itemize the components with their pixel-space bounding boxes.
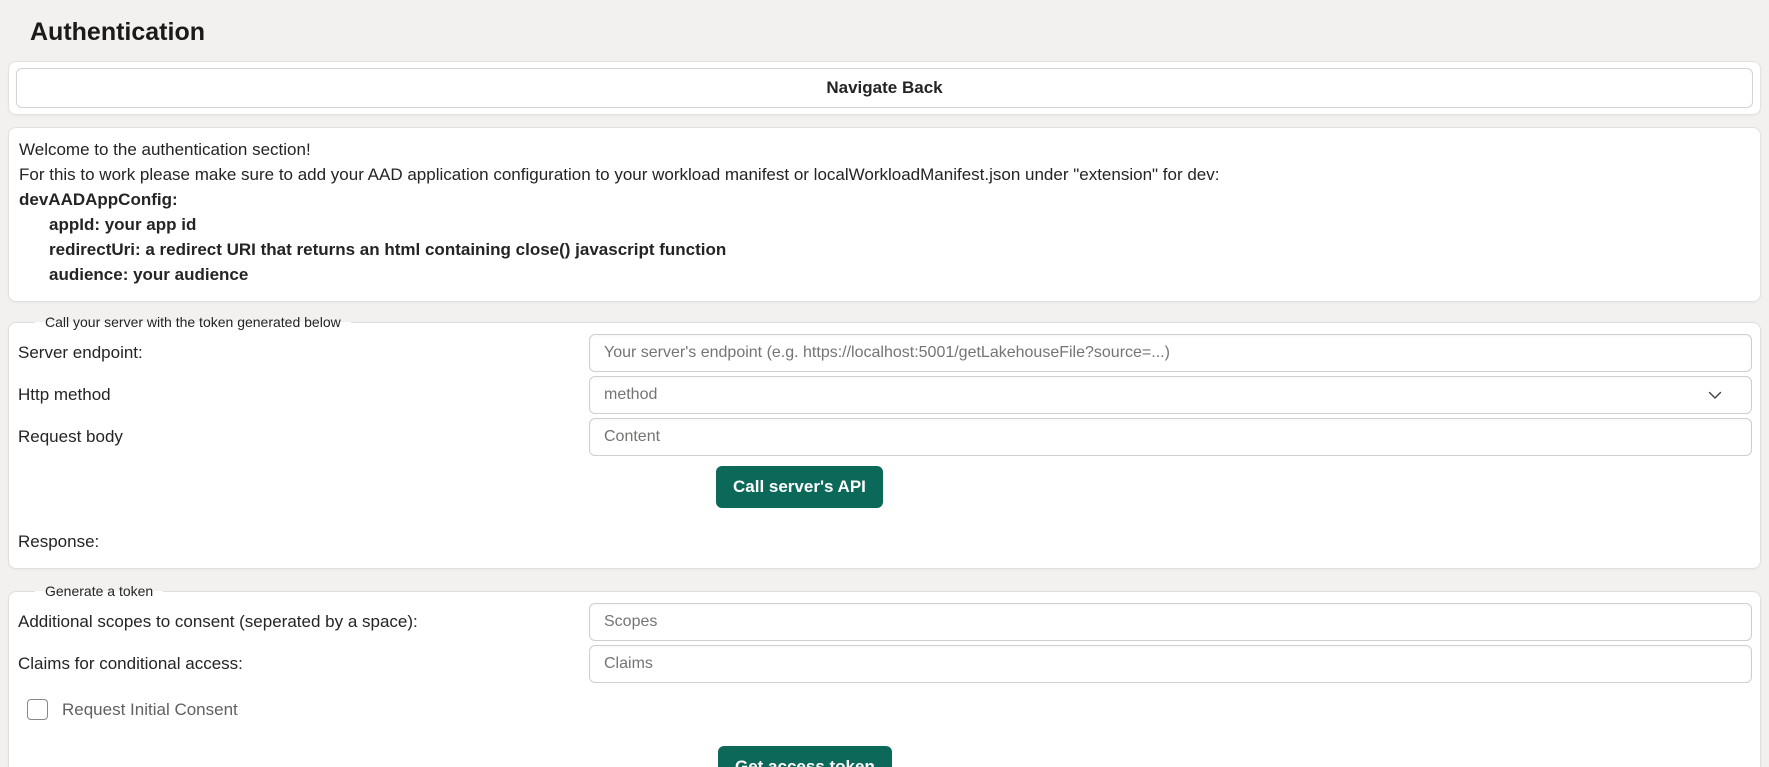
navigate-back-button[interactable]: Navigate Back <box>16 68 1753 108</box>
scopes-row: Additional scopes to consent (seperated … <box>11 603 1752 641</box>
welcome-line: redirectUri: a redirect URI that returns… <box>19 237 1746 262</box>
http-method-select[interactable]: method <box>589 376 1752 414</box>
welcome-line: appId: your app id <box>19 212 1746 237</box>
get-access-token-button[interactable]: Get access token <box>718 746 892 767</box>
claims-row: Claims for conditional access: <box>11 645 1752 683</box>
request-body-input[interactable] <box>589 418 1752 456</box>
request-body-row: Request body <box>11 418 1752 456</box>
generate-token-section: Generate a token Additional scopes to co… <box>8 583 1761 767</box>
welcome-line: devAADAppConfig: <box>19 187 1746 212</box>
scopes-input[interactable] <box>589 603 1752 641</box>
chevron-down-icon <box>1707 387 1723 403</box>
http-method-label: Http method <box>11 385 589 405</box>
page-title: Authentication <box>0 0 1769 61</box>
initial-consent-row: Request Initial Consent <box>27 699 1752 720</box>
call-server-api-button[interactable]: Call server's API <box>716 466 883 508</box>
server-endpoint-label: Server endpoint: <box>11 343 589 363</box>
server-call-legend: Call your server with the token generate… <box>35 314 351 330</box>
navigate-back-bar: Navigate Back <box>8 61 1761 115</box>
http-method-row: Http method method <box>11 376 1752 414</box>
generate-token-legend: Generate a token <box>35 583 163 599</box>
request-initial-consent-checkbox[interactable] <box>27 699 48 720</box>
welcome-line: For this to work please make sure to add… <box>19 162 1746 187</box>
request-initial-consent-label: Request Initial Consent <box>62 700 238 720</box>
welcome-panel: Welcome to the authentication section! F… <box>8 127 1761 302</box>
server-call-section: Call your server with the token generate… <box>8 314 1761 569</box>
request-body-label: Request body <box>11 427 589 447</box>
welcome-line: audience: your audience <box>19 262 1746 287</box>
get-token-button-row: Get access token <box>718 746 1752 767</box>
server-endpoint-row: Server endpoint: <box>11 334 1752 372</box>
call-api-button-row: Call server's API <box>716 466 1752 508</box>
http-method-selected-value: method <box>604 386 657 404</box>
response-label: Response: <box>11 518 1752 558</box>
scopes-label: Additional scopes to consent (seperated … <box>11 612 589 632</box>
claims-label: Claims for conditional access: <box>11 654 589 674</box>
claims-input[interactable] <box>589 645 1752 683</box>
server-endpoint-input[interactable] <box>589 334 1752 372</box>
welcome-line: Welcome to the authentication section! <box>19 137 1746 162</box>
